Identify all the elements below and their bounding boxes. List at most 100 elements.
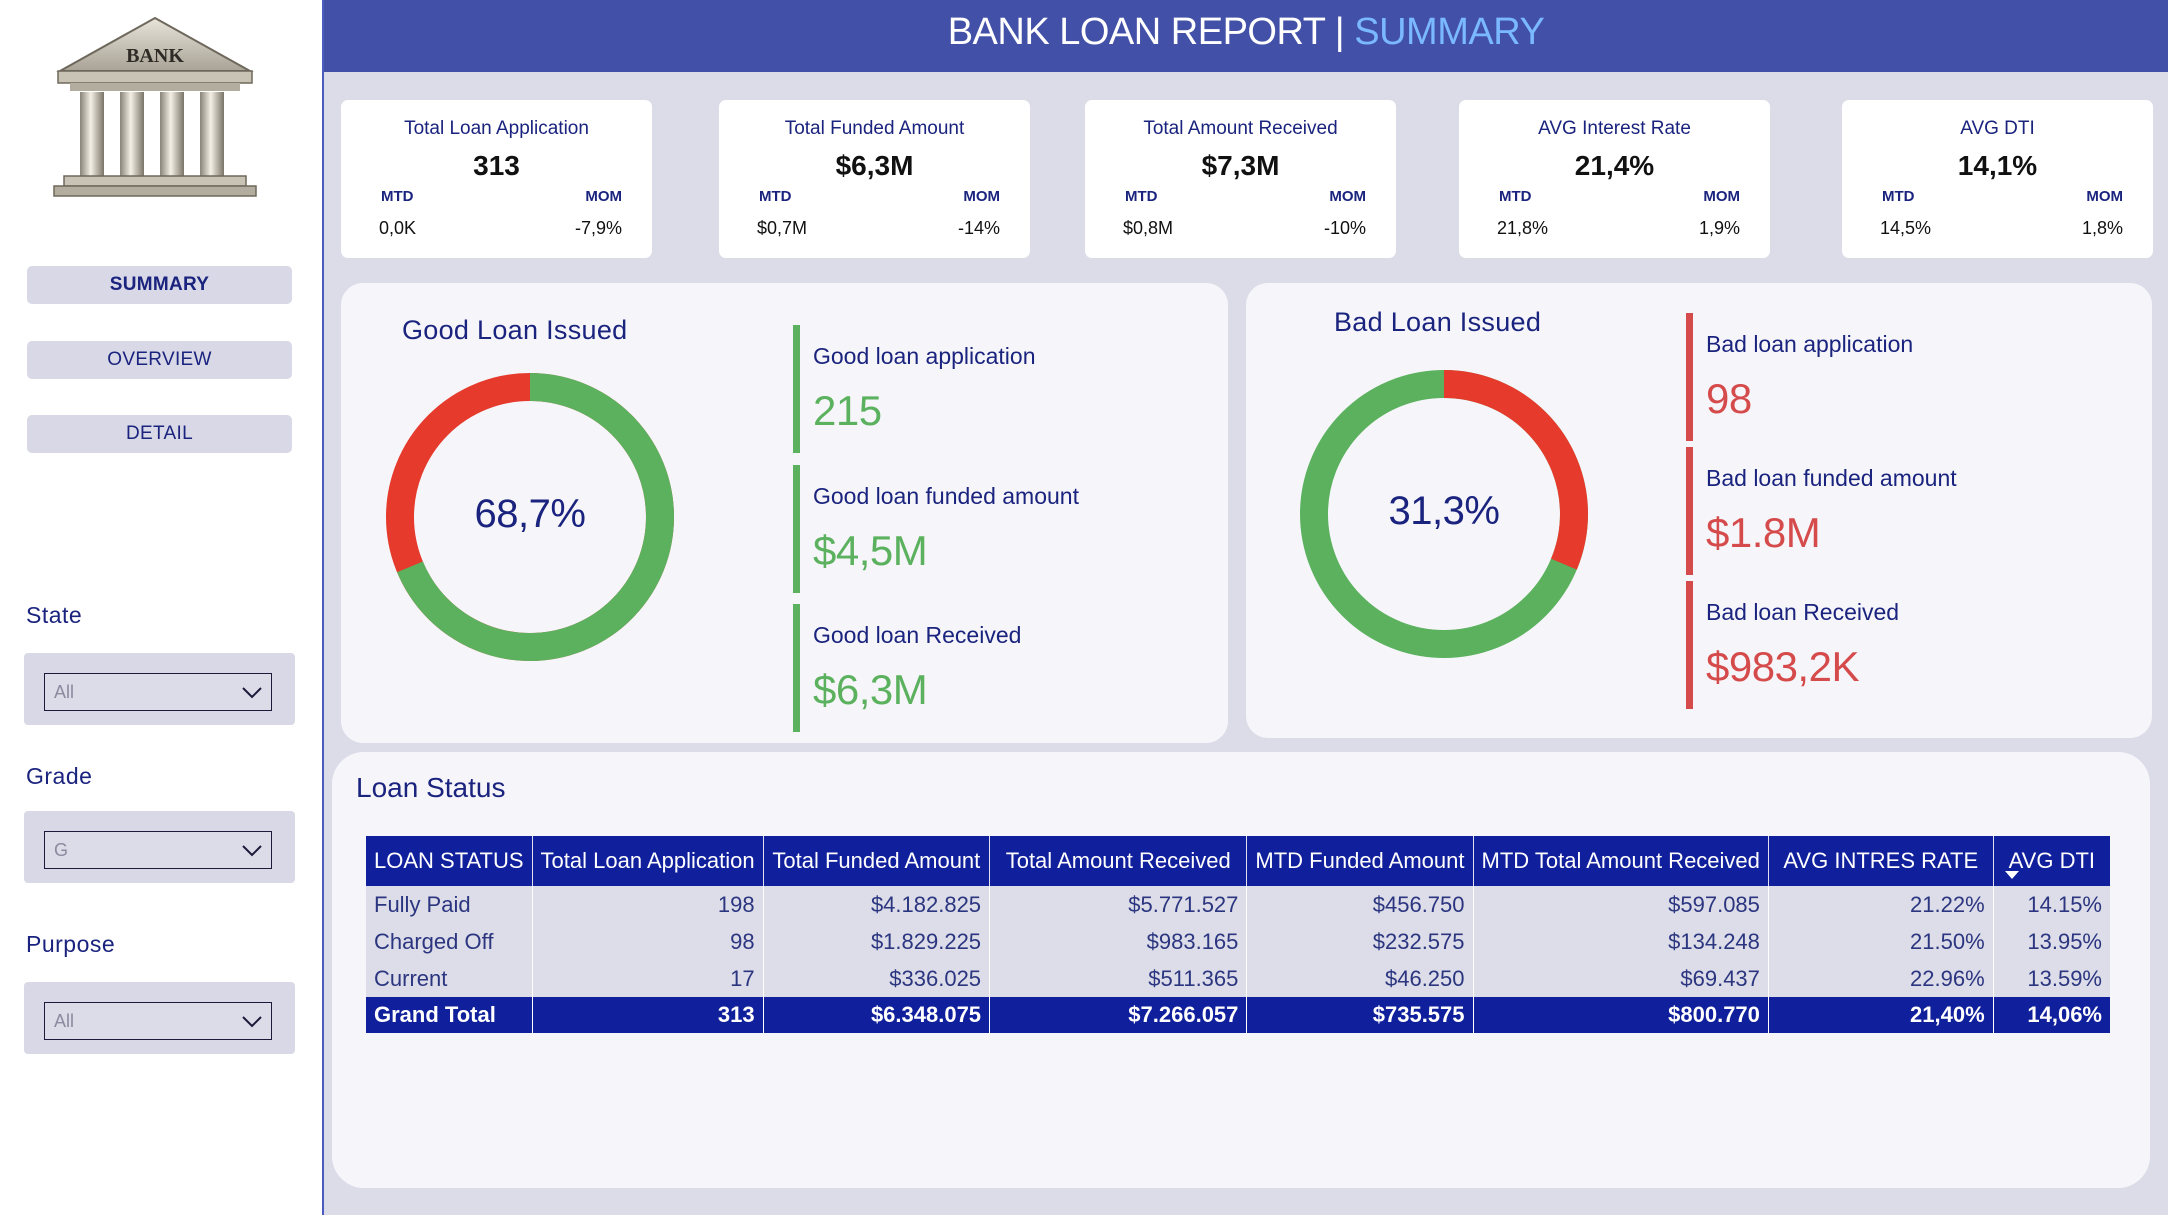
- kpi-title: AVG Interest Rate: [1538, 118, 1691, 139]
- table-cell: $6.348.075: [762, 997, 990, 1033]
- kpi-mom-value: 1,9%: [1698, 218, 1740, 238]
- kpi-title: Total Loan Application: [404, 118, 589, 139]
- nav-summary-button[interactable]: SUMMARY: [27, 266, 292, 304]
- kpi-mom-value: -10%: [1323, 218, 1366, 238]
- good-loan-panel: Good Loan Issued 68,7% Good loan applica…: [341, 283, 1228, 743]
- kpi-mom-label: MOM: [1329, 188, 1366, 205]
- metric-label: Good loan funded amount: [813, 483, 1079, 509]
- column-header[interactable]: MTD Funded Amount: [1246, 836, 1474, 886]
- metric-label: Good loan application: [813, 343, 1036, 369]
- metric-label: Good loan Received: [813, 622, 1022, 648]
- sidebar: BANK SUMMARY OVERVIEW DETAIL State All G…: [0, 0, 324, 1215]
- table-cell: $983.165: [989, 923, 1247, 960]
- kpi-card-avg-interest-rate: AVG Interest Rate 21,4% MTD MOM 21,8% 1,…: [1459, 100, 1770, 258]
- metric-value: $1.8M: [1706, 509, 1821, 556]
- kpi-value: $6,3M: [835, 150, 914, 181]
- chevron-down-icon: [242, 845, 262, 857]
- grade-dropdown[interactable]: G: [44, 831, 272, 869]
- table-cell: $46.250: [1246, 960, 1474, 997]
- kpi-card-total-funded-amount: Total Funded Amount $6,3M MTD MOM $0,7M …: [719, 100, 1030, 258]
- table-cell: $800.770: [1472, 997, 1769, 1033]
- table-cell: $336.025: [762, 960, 990, 997]
- table-total-row: Grand Total 313 $6.348.075 $7.266.057 $7…: [366, 997, 2110, 1033]
- kpi-card-total-loan-application: Total Loan Application 313 MTD MOM 0,0K …: [341, 100, 652, 258]
- table-cell: 21,40%: [1767, 997, 1994, 1033]
- good-loan-donut: 68,7%: [385, 372, 675, 662]
- table-cell: $597.085: [1472, 886, 1769, 923]
- column-header[interactable]: Total Loan Application: [531, 836, 764, 886]
- kpi-mtd-value: $0,7M: [757, 218, 808, 238]
- table-row[interactable]: Fully Paid 198 $4.182.825 $5.771.527 $45…: [366, 886, 2110, 923]
- state-dropdown-value: All: [54, 682, 75, 702]
- loan-status-panel: Loan Status LOAN STATUS Total Loan Appli…: [332, 752, 2150, 1188]
- column-header-label: AVG DTI: [2008, 848, 2096, 873]
- kpi-mom-label: MOM: [2086, 188, 2123, 205]
- column-header[interactable]: MTD Total Amount Received: [1472, 836, 1769, 886]
- purpose-dropdown-value: All: [54, 1011, 75, 1031]
- metric-value: $983,2K: [1706, 643, 1859, 690]
- metric-value: $6,3M: [813, 666, 928, 713]
- table-cell: 13.95%: [1992, 923, 2110, 960]
- metric-label: Bad loan application: [1706, 331, 1914, 357]
- table-cell: Charged Off: [366, 923, 533, 960]
- nav-detail-button[interactable]: DETAIL: [27, 415, 292, 453]
- state-filter-label: State: [26, 602, 83, 628]
- table-cell: 22.96%: [1767, 960, 1994, 997]
- bad-loan-percent: 31,3%: [1388, 489, 1500, 533]
- bank-logo-icon: BANK: [53, 16, 257, 197]
- metric-bar: [1686, 581, 1693, 709]
- good-loan-percent: 68,7%: [474, 492, 586, 536]
- chevron-down-icon: [242, 687, 262, 699]
- metric-value: $4,5M: [813, 527, 928, 574]
- metric-bar: [1686, 447, 1693, 575]
- kpi-card-total-amount-received: Total Amount Received $7,3M MTD MOM $0,8…: [1085, 100, 1396, 258]
- column-header[interactable]: AVG INTRES RATE: [1767, 836, 1994, 886]
- kpi-mom-value: -14%: [957, 218, 1000, 238]
- sort-descending-icon: [2004, 871, 2019, 879]
- table-cell: 198: [531, 886, 764, 923]
- metric-bar: [793, 325, 800, 453]
- kpi-title: Total Amount Received: [1143, 118, 1338, 139]
- kpi-mtd-value: $0,8M: [1123, 218, 1174, 238]
- table-cell: $511.365: [989, 960, 1247, 997]
- kpi-title: Total Funded Amount: [784, 118, 965, 139]
- table-cell: $456.750: [1246, 886, 1474, 923]
- kpi-mtd-value: 0,0K: [379, 218, 417, 238]
- bad-loan-panel: Bad Loan Issued 31,3% Bad loan applicati…: [1246, 283, 2152, 738]
- table-cell: $69.437: [1472, 960, 1769, 997]
- bad-loan-donut: 31,3%: [1299, 369, 1589, 659]
- table-cell: $735.575: [1246, 997, 1474, 1033]
- column-header[interactable]: LOAN STATUS: [366, 836, 533, 886]
- kpi-mom-label: MOM: [585, 188, 622, 205]
- kpi-mom-value: 1,8%: [2081, 218, 2123, 238]
- column-header[interactable]: Total Amount Received: [989, 836, 1247, 886]
- kpi-mom-value: -7,9%: [574, 218, 622, 238]
- table-cell: $5.771.527: [989, 886, 1247, 923]
- grade-filter-label: Grade: [26, 763, 93, 789]
- table-row[interactable]: Current 17 $336.025 $511.365 $46.250 $69…: [366, 960, 2110, 997]
- metric-bar: [793, 465, 800, 593]
- metric-value: 215: [813, 387, 882, 434]
- purpose-filter-label: Purpose: [26, 931, 116, 957]
- kpi-mtd-label: MTD: [1125, 188, 1158, 205]
- bad-loan-title: Bad Loan Issued: [1334, 307, 1542, 337]
- table-cell: 14.15%: [1992, 886, 2110, 923]
- state-dropdown[interactable]: All: [44, 673, 272, 711]
- kpi-title: AVG DTI: [1960, 118, 2035, 139]
- kpi-value: 21,4%: [1574, 150, 1655, 181]
- kpi-value: 313: [473, 150, 520, 181]
- kpi-mtd-label: MTD: [1499, 188, 1532, 205]
- table-cell: 17: [531, 960, 764, 997]
- table-cell: 313: [531, 997, 764, 1033]
- nav-overview-button[interactable]: OVERVIEW: [27, 341, 292, 379]
- column-header[interactable]: Total Funded Amount: [762, 836, 990, 886]
- page-title-accent: SUMMARY: [1354, 11, 1545, 53]
- table-row[interactable]: Charged Off 98 $1.829.225 $983.165 $232.…: [366, 923, 2110, 960]
- purpose-dropdown[interactable]: All: [44, 1002, 272, 1040]
- table-cell: 98: [531, 923, 764, 960]
- kpi-mom-label: MOM: [963, 188, 1000, 205]
- kpi-mtd-value: 21,8%: [1497, 218, 1549, 238]
- table-cell: $4.182.825: [762, 886, 990, 923]
- loan-status-title: Loan Status: [356, 772, 506, 803]
- column-header-sorted[interactable]: AVG DTI: [1992, 836, 2110, 886]
